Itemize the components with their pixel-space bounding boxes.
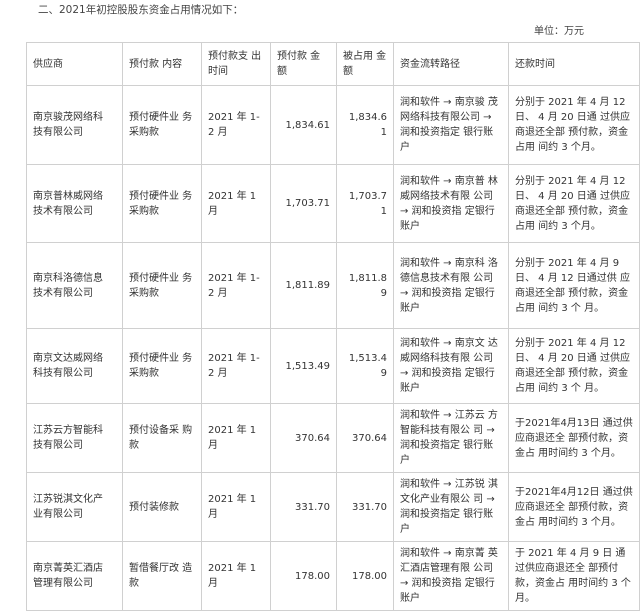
cell-flow-path: 润和软件 → 南京菁 英汇酒店管理有限 公司 → 润和投资指 定银行账户 (393, 541, 509, 611)
cell-occupied-amount: 1,703.71 (336, 164, 394, 243)
cell-prepayment-amount: 1,811.89 (270, 242, 337, 329)
cell-time: 2021 年 1 月 (201, 541, 271, 611)
cell-occupied-amount: 370.64 (336, 403, 394, 473)
cell-prepayment-amount: 370.64 (270, 403, 337, 473)
cell-flow-path: 润和软件 → 江苏云 方智能科技有限公 司 → 润和投资指定 银行账户 (393, 403, 509, 473)
header-fund-flow-path: 资金流转路径 (393, 42, 509, 86)
cell-time: 2021 年 1 月 (201, 472, 271, 542)
cell-occupied-amount: 1,811.89 (336, 242, 394, 329)
cell-content: 预付硬件业 务采购款 (122, 164, 202, 243)
header-prepayment-amount: 预付款 金额 (270, 42, 337, 86)
unit-label: 单位：万元 (534, 26, 584, 37)
cell-flow-path: 润和软件 → 南京普 林威网络技术有限 公司 → 润和投资指 定银行账户 (393, 164, 509, 243)
table-row: 南京科洛德信息 技术有限公司 预付硬件业 务采购款 2021 年 1-2 月 1… (26, 242, 640, 329)
cell-flow-path: 润和软件 → 南京文 达威网络科技有限 公司 → 润和投资指 定银行账户 (393, 328, 509, 404)
cell-prepayment-amount: 178.00 (270, 541, 337, 611)
cell-supplier: 南京科洛德信息 技术有限公司 (26, 242, 123, 329)
cell-content: 预付装修款 (122, 472, 202, 542)
cell-content: 预付硬件业 务采购款 (122, 328, 202, 404)
cell-supplier: 南京文达威网络 科技有限公司 (26, 328, 123, 404)
table-header-row: 供应商 预付款 内容 预付款支 出时间 预付款 金额 被占用 金额 资金流转路径… (26, 42, 640, 86)
cell-content: 暂借餐厅改 造款 (122, 541, 202, 611)
section-heading: 二、2021年初控股股东资金占用情况如下： (38, 4, 244, 16)
cell-time: 2021 年 1-2 月 (201, 85, 271, 165)
table-row: 南京普林威网络 技术有限公司 预付硬件业 务采购款 2021 年 1 月 1,7… (26, 164, 640, 243)
table-row: 南京菁英汇酒店 管理有限公司 暂借餐厅改 造款 2021 年 1 月 178.0… (26, 541, 640, 611)
table-row: 南京骏茂网络科 技有限公司 预付硬件业 务采购款 2021 年 1-2 月 1,… (26, 85, 640, 165)
cell-supplier: 江苏锐淇文化产 业有限公司 (26, 472, 123, 542)
header-supplier: 供应商 (26, 42, 123, 86)
cell-prepayment-amount: 1,513.49 (270, 328, 337, 404)
cell-repayment: 于2021年4月12日 通过供应商退还全 部预付款，资金占 用时间约 3 个月。 (508, 472, 640, 542)
cell-flow-path: 润和软件 → 南京骏 茂网络科技有限公司 → 润和投资指定 银行账户 (393, 85, 509, 165)
cell-flow-path: 润和软件 → 南京科 洛德信息技术有限 公司 → 润和投资指 定银行账户 (393, 242, 509, 329)
cell-repayment: 于2021年4月13日 通过供应商退还全 部预付款，资金占 用时间约 3 个月。 (508, 403, 640, 473)
cell-repayment: 分别于 2021 年 4 月 12 日、 4 月 20 日通 过供应商退还全部 … (508, 85, 640, 165)
cell-supplier: 南京骏茂网络科 技有限公司 (26, 85, 123, 165)
cell-content: 预付设备采 购款 (122, 403, 202, 473)
cell-content: 预付硬件业 务采购款 (122, 85, 202, 165)
cell-repayment: 于 2021 年 4 月 9 日 通过供应商退还全 部预付款，资金占 用时间约 … (508, 541, 640, 611)
cell-prepayment-amount: 1,703.71 (270, 164, 337, 243)
table-row: 江苏云方智能科 技有限公司 预付设备采 购款 2021 年 1 月 370.64… (26, 403, 640, 473)
table-row: 南京文达威网络 科技有限公司 预付硬件业 务采购款 2021 年 1-2 月 1… (26, 328, 640, 404)
header-repayment-time: 还款时间 (508, 42, 640, 86)
header-payment-time: 预付款支 出时间 (201, 42, 271, 86)
cell-supplier: 南京菁英汇酒店 管理有限公司 (26, 541, 123, 611)
cell-repayment: 分别于 2021 年 4 月 12 日、 4 月 20 日通 过供应商退还全部 … (508, 164, 640, 243)
cell-prepayment-amount: 331.70 (270, 472, 337, 542)
table-row: 江苏锐淇文化产 业有限公司 预付装修款 2021 年 1 月 331.70 33… (26, 472, 640, 542)
cell-repayment: 分别于 2021 年 4 月 12 日、 4 月 20 日通 过供应商退还全部 … (508, 328, 640, 404)
cell-time: 2021 年 1-2 月 (201, 242, 271, 329)
cell-occupied-amount: 331.70 (336, 472, 394, 542)
cell-time: 2021 年 1 月 (201, 164, 271, 243)
header-occupied-amount: 被占用 金额 (336, 42, 394, 86)
cell-time: 2021 年 1-2 月 (201, 328, 271, 404)
header-prepayment-content: 预付款 内容 (122, 42, 202, 86)
cell-occupied-amount: 178.00 (336, 541, 394, 611)
cell-occupied-amount: 1,513.49 (336, 328, 394, 404)
cell-supplier: 江苏云方智能科 技有限公司 (26, 403, 123, 473)
cell-supplier: 南京普林威网络 技术有限公司 (26, 164, 123, 243)
cell-repayment: 分别于 2021 年 4 月 9 日、 4 月 12 日通过供 应商退还全部 预… (508, 242, 640, 329)
cell-prepayment-amount: 1,834.61 (270, 85, 337, 165)
cell-time: 2021 年 1 月 (201, 403, 271, 473)
fund-occupation-table: 供应商 预付款 内容 预付款支 出时间 预付款 金额 被占用 金额 资金流转路径… (26, 42, 640, 611)
cell-flow-path: 润和软件 → 江苏锐 淇文化产业有限公 司 → 润和投资指定 银行账户 (393, 472, 509, 542)
cell-occupied-amount: 1,834.61 (336, 85, 394, 165)
cell-content: 预付硬件业 务采购款 (122, 242, 202, 329)
